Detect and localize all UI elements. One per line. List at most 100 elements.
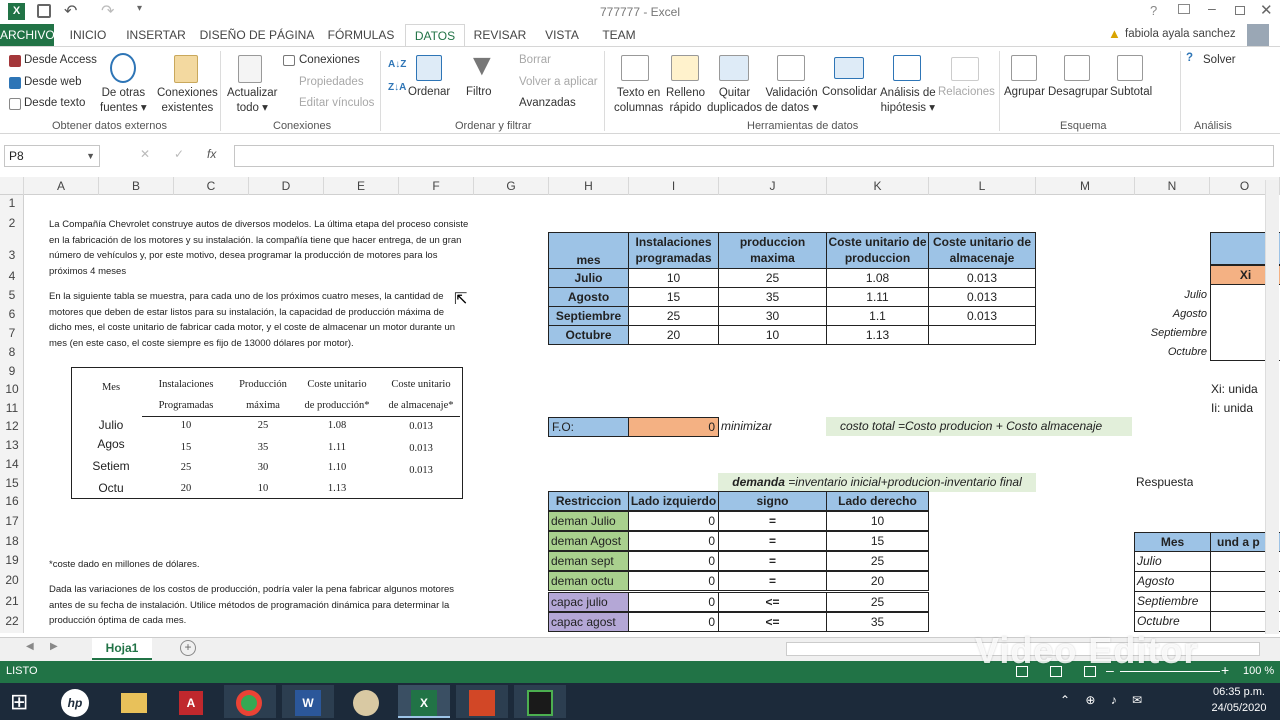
customize-qat-icon[interactable]: ▾ — [137, 3, 142, 14]
row-header[interactable]: 5 — [0, 288, 24, 302]
month-cell[interactable]: Septiembre — [548, 306, 629, 326]
constraint-sign[interactable]: = — [718, 531, 827, 551]
from-access-button[interactable]: Desde Access — [24, 54, 97, 66]
undo-icon[interactable]: ↶ — [64, 1, 77, 21]
sort-za-icon[interactable]: Z↓A — [388, 82, 406, 93]
col-header-n[interactable]: N — [1135, 177, 1210, 195]
formula-input[interactable] — [234, 145, 1274, 167]
windows-start-icon[interactable]: ⊞ — [10, 689, 36, 715]
table-cell[interactable]: 25 — [718, 268, 827, 288]
row-header[interactable]: 6 — [0, 307, 24, 321]
row-header[interactable]: 9 — [0, 364, 24, 378]
row-header[interactable]: 1 — [0, 196, 24, 210]
minimize-icon[interactable]: – — [1208, 0, 1216, 16]
sort-button[interactable]: Ordenar — [408, 86, 450, 98]
col-header-a[interactable]: A — [24, 177, 99, 195]
group-button[interactable]: Agrupar — [1004, 86, 1045, 98]
row-header[interactable]: 21 — [0, 594, 24, 608]
table-cell[interactable]: 35 — [718, 287, 827, 307]
clock-time[interactable]: 06:35 p.m. — [1206, 686, 1272, 698]
month-cell[interactable]: Octubre — [548, 325, 629, 345]
scroll-right-icon[interactable]: ▶ — [50, 641, 58, 652]
user-name[interactable]: fabiola ayala sanchez — [1125, 28, 1236, 40]
video-editor-icon[interactable] — [514, 685, 566, 718]
constraint-name[interactable]: capac julio — [548, 592, 629, 612]
table-cell[interactable]: 1.11 — [826, 287, 929, 307]
tray-icons[interactable]: ⌃ ⊕ ♪ ✉ — [1060, 693, 1148, 707]
row-header[interactable]: 13 — [0, 438, 24, 452]
restore-icon[interactable] — [1235, 6, 1245, 15]
constraint-sign[interactable]: = — [718, 511, 827, 531]
clock-date[interactable]: 24/05/2020 — [1206, 702, 1272, 714]
tab-diseno[interactable]: DISEÑO DE PÁGINA — [198, 27, 316, 46]
col-header-m[interactable]: M — [1036, 177, 1135, 195]
constraint-sign[interactable]: <= — [718, 612, 827, 632]
existing-connections-button[interactable]: Conexiones existentes — [157, 86, 218, 116]
col-header-b[interactable]: B — [99, 177, 174, 195]
row-header[interactable]: 2 — [0, 216, 24, 230]
ungroup-button[interactable]: Desagrupar — [1048, 86, 1108, 98]
other-sources-button[interactable]: De otras fuentes ▾ — [100, 86, 147, 116]
col-header-h[interactable]: H — [549, 177, 629, 195]
reapply-button[interactable]: Volver a aplicar — [519, 76, 598, 88]
tab-team[interactable]: TEAM — [596, 27, 642, 46]
data-validation-button[interactable]: Validación de datos ▾ — [765, 86, 818, 116]
table-cell[interactable]: 1.1 — [826, 306, 929, 326]
refresh-all-button[interactable]: Actualizar todo ▾ — [227, 86, 278, 116]
row-header[interactable]: 22 — [0, 614, 24, 628]
worksheet-grid[interactable]: La Compañía Chevrolet construye autos de… — [24, 195, 1280, 633]
tab-archivo[interactable]: ARCHIVO — [0, 24, 55, 46]
zoom-in-icon[interactable]: + — [1221, 662, 1229, 678]
acrobat-icon[interactable]: A — [166, 685, 218, 718]
advanced-filter-button[interactable]: Avanzadas — [519, 97, 576, 109]
row-header[interactable]: 8 — [0, 345, 24, 359]
col-header-j[interactable]: J — [719, 177, 827, 195]
constraint-rhs[interactable]: 15 — [826, 531, 929, 551]
row-header[interactable]: 7 — [0, 326, 24, 340]
col-header-i[interactable]: I — [629, 177, 719, 195]
row-header[interactable]: 11 — [0, 401, 24, 415]
constraint-lhs[interactable]: 0 — [628, 551, 719, 571]
answer-month[interactable]: Julio — [1134, 551, 1211, 572]
row-header[interactable]: 17 — [0, 514, 24, 528]
save-icon[interactable] — [37, 4, 51, 18]
row-header[interactable]: 18 — [0, 534, 24, 548]
from-web-button[interactable]: Desde web — [24, 76, 82, 88]
constraint-name[interactable]: deman sept — [548, 551, 629, 571]
constraint-rhs[interactable]: 25 — [826, 592, 929, 612]
table-cell[interactable]: 10 — [628, 268, 719, 288]
chevron-down-icon[interactable]: ▼ — [86, 146, 95, 166]
row-header[interactable]: 14 — [0, 457, 24, 471]
col-header-l[interactable]: L — [929, 177, 1036, 195]
sheet-tab-hoja1[interactable]: Hoja1 — [92, 638, 152, 660]
text-to-columns-button[interactable]: Texto en columnas — [614, 86, 663, 116]
cancel-icon[interactable]: ✕ — [140, 147, 150, 161]
constraint-rhs[interactable]: 35 — [826, 612, 929, 632]
help-icon[interactable]: ? — [1150, 3, 1157, 18]
col-header-g[interactable]: G — [474, 177, 549, 195]
filter-button[interactable]: Filtro — [466, 86, 492, 98]
consolidate-button[interactable]: Consolidar — [822, 86, 877, 98]
what-if-button[interactable]: Análisis de hipótesis ▾ — [880, 86, 936, 116]
hp-icon[interactable]: hp — [50, 685, 102, 718]
constraint-lhs[interactable]: 0 — [628, 571, 719, 591]
enter-icon[interactable]: ✓ — [174, 147, 184, 161]
flash-fill-button[interactable]: Relleno rápido — [666, 86, 705, 116]
tab-revisar[interactable]: REVISAR — [472, 27, 528, 46]
row-header[interactable]: 15 — [0, 476, 24, 490]
tab-formulas[interactable]: FÓRMULAS — [324, 27, 398, 46]
row-header[interactable]: 3 — [0, 248, 24, 262]
fo-value[interactable]: 0 — [628, 417, 719, 437]
month-cell[interactable]: Agosto — [548, 287, 629, 307]
edit-links-button[interactable]: Editar vínculos — [299, 97, 374, 109]
col-header-k[interactable]: K — [827, 177, 929, 195]
table-cell[interactable]: 0.013 — [928, 306, 1036, 326]
remove-duplicates-button[interactable]: Quitar duplicados — [707, 86, 762, 116]
chrome-icon[interactable] — [224, 685, 276, 718]
answer-month[interactable]: Octubre — [1134, 611, 1211, 632]
file-explorer-icon[interactable] — [108, 685, 160, 718]
redo-icon[interactable]: ↷ — [101, 1, 114, 21]
table-cell[interactable]: 30 — [718, 306, 827, 326]
constraint-lhs[interactable]: 0 — [628, 612, 719, 632]
constraint-sign[interactable]: = — [718, 551, 827, 571]
